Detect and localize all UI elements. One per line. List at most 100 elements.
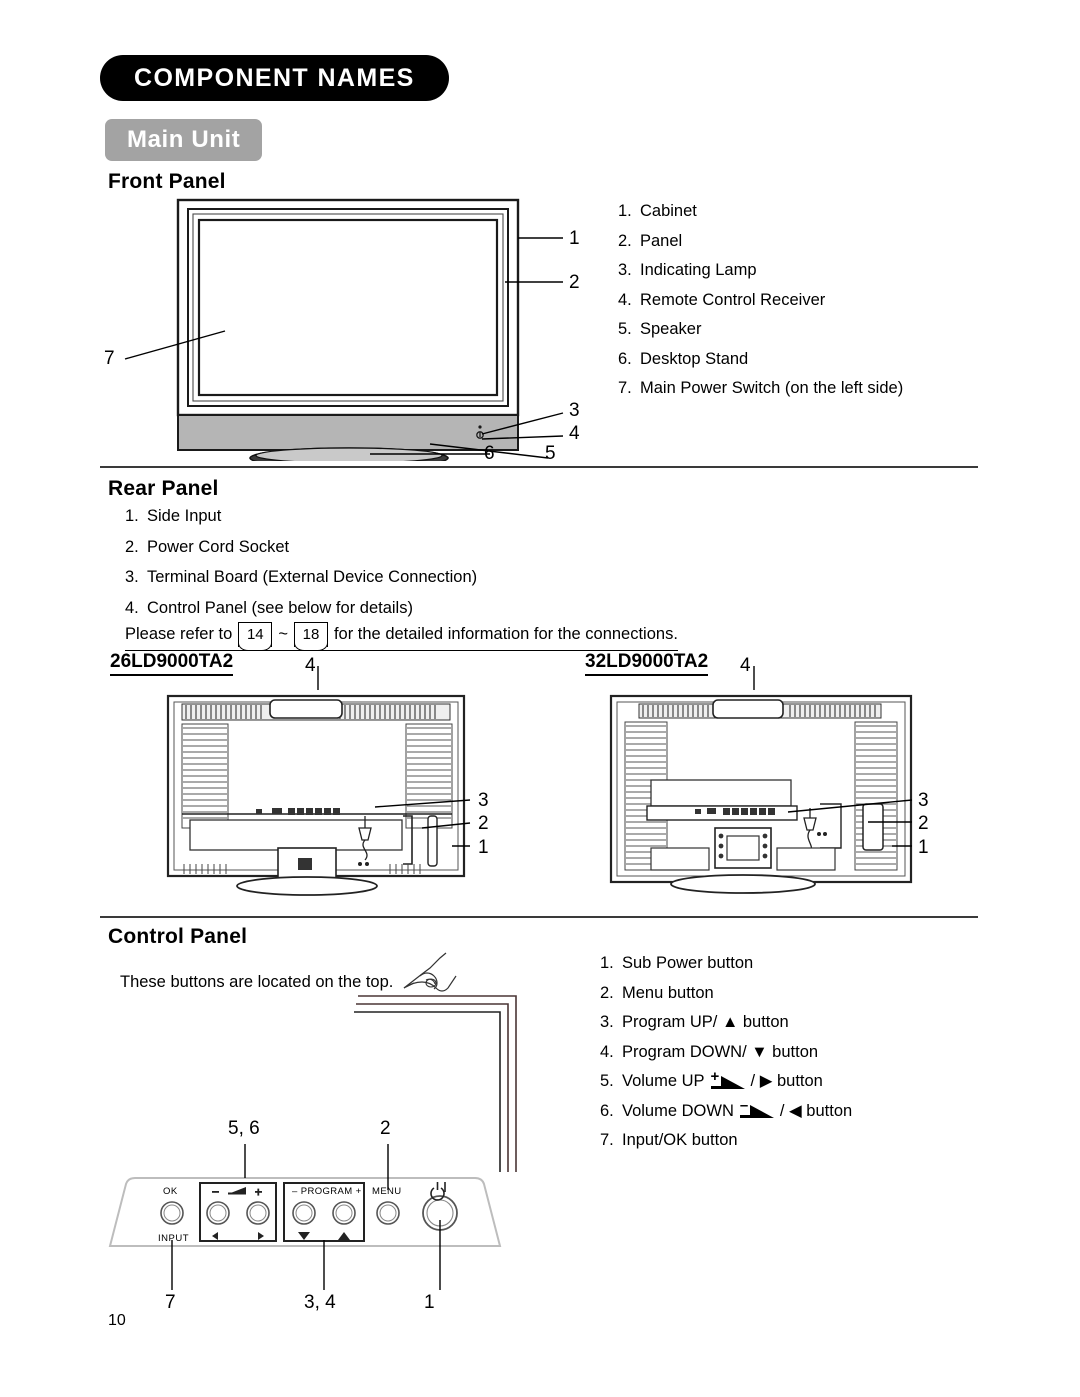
rear-32-callout-3: 3 [918,790,929,811]
rear-26-callout-4: 4 [305,655,316,676]
list-index: 3. [125,568,139,586]
control-callout-5-6: 5, 6 [228,1118,260,1139]
list-item: 1. Sub Power button [600,955,852,972]
rear-panel-list: 1. Side Input 2. Power Cord Socket 3. Termi… [125,508,477,630]
list-item: 4. Control Panel (see below for details) [125,598,477,617]
list-label: Main Power Switch (on the left side) [640,379,904,397]
list-item: 2. Panel [618,231,903,250]
list-item: 2. Power Cord Socket [125,537,477,556]
list-label: Indicating Lamp [640,261,757,279]
list-item: 2. Menu button [600,983,852,1002]
list-label: Cabinet [640,202,697,220]
front-callout-2: 2 [569,272,580,293]
underbar [739,1115,753,1119]
list-label: Sub Power button [622,954,754,972]
front-callout-4: 4 [569,423,580,444]
section-divider-control [100,916,978,918]
refer-prefix: Please refer to [125,625,233,643]
list-index: 4. [600,1042,614,1061]
list-item: 4. Remote Control Receiver [618,290,903,309]
control-panel-list: 1. Sub Power button 2. Menu button 3. Progr… [600,955,852,1162]
rear-26-callout-1: 1 [478,837,489,858]
front-panel-list: 1. Cabinet 2. Panel 3. Indicating Lamp 4. Re… [618,203,903,410]
subsection-badge-text: Main Unit [127,126,241,153]
list-item: 1. Cabinet [618,203,903,220]
front-callout-1: 1 [569,228,580,249]
control-panel-callout-lines [171,1144,441,1290]
list-index: 4. [125,598,139,617]
control-callout-3-4: 3, 4 [304,1292,336,1313]
list-label: Volume UP [622,1072,705,1090]
underbar [710,1085,724,1089]
list-item: 5. Speaker [618,321,903,338]
control-callout-2: 2 [380,1118,391,1139]
book-curve-left [238,643,256,651]
refer-suffix: for the detailed information for the con… [333,625,678,643]
page-ref-book-to-icon: 18 [293,622,328,651]
list-index: 3. [618,261,632,279]
page-number: 10 [108,1312,126,1329]
list-index: 1. [125,507,139,525]
list-item: 6. Volume DOWN – / ◀ button [600,1097,853,1120]
list-item: 5. Volume UP + / ▶ button [600,1069,852,1090]
list-index: 2. [600,983,614,1002]
list-label: Power Cord Socket [147,537,290,556]
book-curve-right [310,643,328,651]
control-callout-1: 1 [424,1292,435,1313]
volume-up-icon: + [710,1069,745,1089]
list-label: Terminal Board (External Device Connecti… [147,568,478,586]
model-name-26: 26LD9000TA2 [110,651,234,676]
list-index: 1. [618,202,632,220]
front-callout-7: 7 [104,348,115,369]
list-label: Program UP/ ▲ button [622,1013,789,1031]
list-index: 1. [600,954,614,972]
page-ref-book-from-icon: 14 [238,622,273,651]
front-callout-5: 5 [545,443,556,464]
list-index: 7. [600,1131,614,1149]
rear-32-callout-4: 4 [740,655,751,676]
list-label: Side Input [147,507,222,525]
front-callout-6: 6 [484,443,495,464]
list-index: 3. [600,1013,614,1031]
list-index: 5. [600,1072,614,1090]
list-label: Desktop Stand [640,349,749,368]
book-curve-right [255,643,273,651]
front-callout-3: 3 [569,400,580,421]
list-index: 6. [618,349,632,368]
list-label: Panel [640,231,683,250]
minus-sign: – [739,1097,749,1115]
control-callout-7: 7 [165,1292,176,1313]
subsection-badge: Main Unit [105,119,263,161]
book-curve-left [293,643,311,651]
list-label-post: / ▶ button [750,1072,823,1090]
list-index: 6. [600,1101,614,1120]
front-panel-leader-lines [124,237,564,459]
list-item: 6. Desktop Stand [618,349,903,368]
list-index: 5. [618,320,632,338]
speaker-triangle [720,1075,745,1089]
rear-26-callout-2: 2 [478,813,489,834]
volume-down-icon: – [739,1097,774,1119]
model-name-32: 32LD9000TA2 [585,651,709,676]
list-item: 3. Terminal Board (External Device Connec… [125,569,477,586]
list-label: Program DOWN/ ▼ button [622,1042,819,1061]
list-index: 7. [618,379,632,397]
list-item: 3. Program UP/ ▲ button [600,1014,852,1031]
list-label: Input/OK button [622,1131,738,1149]
list-label: Speaker [640,320,702,338]
list-item: 7. Input/OK button [600,1132,852,1149]
speaker-triangle [749,1105,774,1119]
front-panel-heading: Front Panel [108,170,226,193]
control-panel-heading: Control Panel [108,925,248,948]
list-index: 4. [618,290,632,309]
refer-to-pages-line: Please refer to 14 ~ 18 for the detailed… [125,622,678,651]
section-divider-rear [100,466,978,468]
rear-panel-heading: Rear Panel [108,477,219,500]
list-label: Volume DOWN [622,1101,734,1120]
list-label-post: / ◀ button [779,1101,853,1120]
list-label: Menu button [622,983,714,1002]
list-index: 2. [125,537,139,556]
chapter-title-pill: COMPONENT NAMES [100,55,449,101]
list-label: Remote Control Receiver [640,290,826,309]
list-index: 2. [618,231,632,250]
